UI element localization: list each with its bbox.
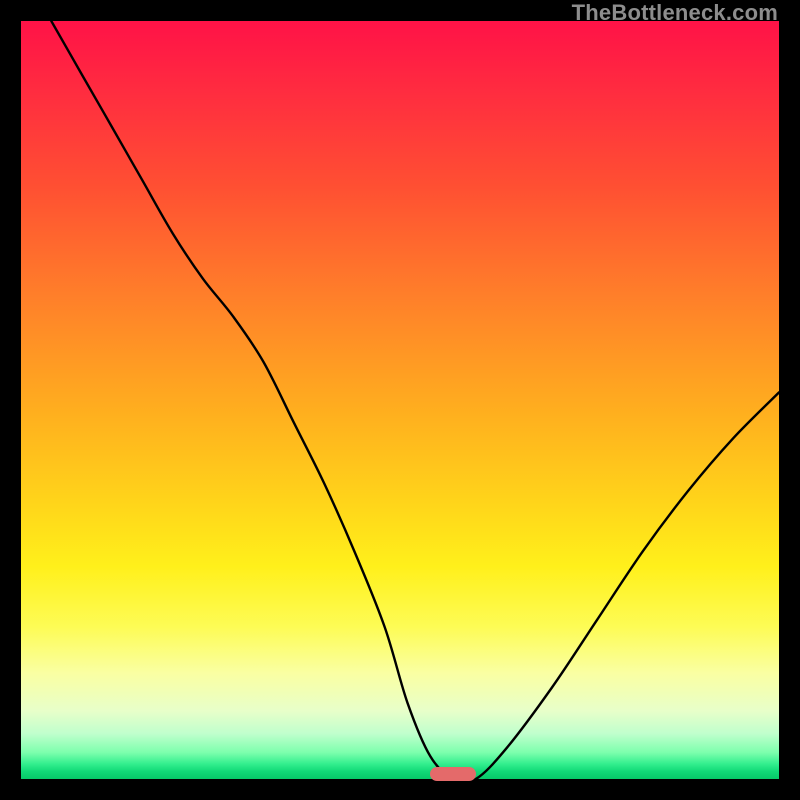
plot-area [21,21,779,779]
optimal-range-marker [430,767,475,781]
bottleneck-curve [21,21,779,779]
chart-frame: TheBottleneck.com [0,0,800,800]
